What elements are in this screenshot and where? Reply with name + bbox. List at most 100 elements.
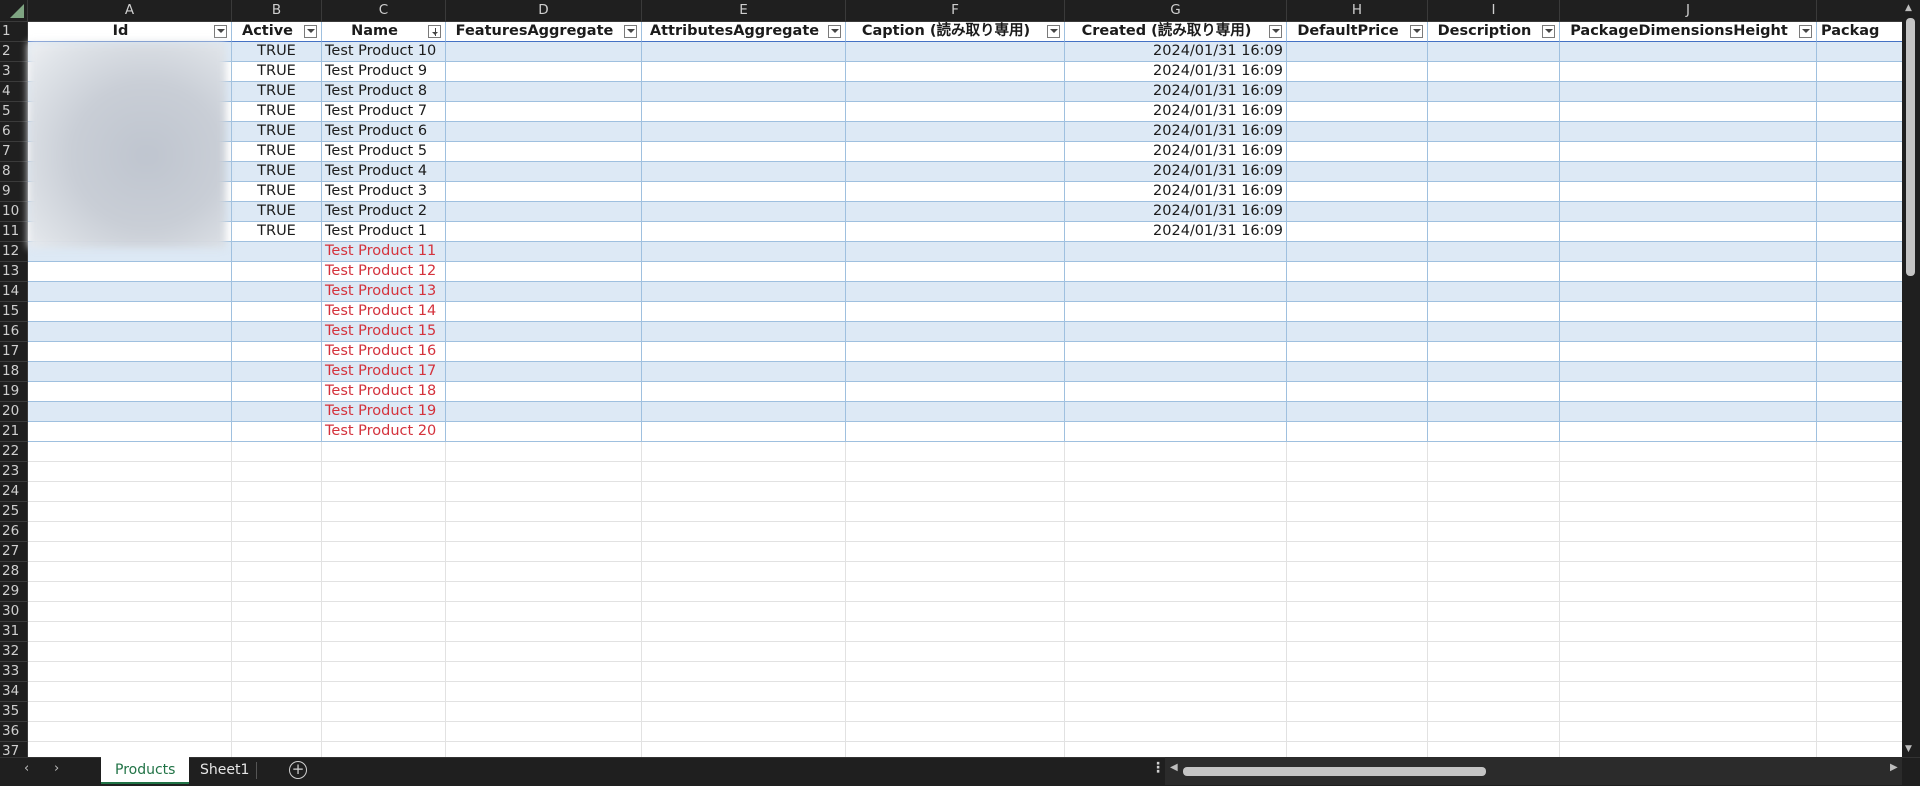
empty-cell[interactable]: [1428, 722, 1560, 742]
table-cell[interactable]: [642, 322, 846, 342]
filter-dropdown-icon[interactable]: [214, 25, 227, 38]
empty-cell[interactable]: [1287, 662, 1428, 682]
empty-cell[interactable]: [322, 462, 446, 482]
empty-cell[interactable]: [1428, 442, 1560, 462]
empty-cell[interactable]: [846, 582, 1065, 602]
empty-cell[interactable]: [1287, 442, 1428, 462]
created-cell[interactable]: [1065, 262, 1287, 282]
empty-cell[interactable]: [322, 562, 446, 582]
name-cell[interactable]: Test Product 10: [322, 42, 446, 62]
row-header[interactable]: 10: [0, 202, 28, 222]
empty-cell[interactable]: [232, 442, 322, 462]
table-cell[interactable]: [1560, 302, 1817, 322]
empty-cell[interactable]: [322, 622, 446, 642]
row-header[interactable]: 30: [0, 602, 28, 622]
empty-cell[interactable]: [446, 622, 642, 642]
row-header[interactable]: 34: [0, 682, 28, 702]
table-cell[interactable]: [446, 82, 642, 102]
table-cell[interactable]: [846, 322, 1065, 342]
name-cell[interactable]: Test Product 4: [322, 162, 446, 182]
table-cell[interactable]: [642, 62, 846, 82]
active-cell[interactable]: [232, 322, 322, 342]
row-header[interactable]: 28: [0, 562, 28, 582]
empty-cell[interactable]: [1065, 602, 1287, 622]
row-header[interactable]: 15: [0, 302, 28, 322]
active-cell[interactable]: TRUE: [232, 142, 322, 162]
table-cell[interactable]: [446, 102, 642, 122]
created-cell[interactable]: [1065, 402, 1287, 422]
table-cell[interactable]: [1560, 262, 1817, 282]
table-cell[interactable]: [28, 302, 232, 322]
table-cell[interactable]: [1428, 242, 1560, 262]
empty-cell[interactable]: [28, 622, 232, 642]
empty-cell[interactable]: [446, 562, 642, 582]
empty-cell[interactable]: [232, 582, 322, 602]
active-cell[interactable]: TRUE: [232, 162, 322, 182]
empty-cell[interactable]: [232, 482, 322, 502]
column-header-B[interactable]: B: [232, 0, 322, 22]
empty-cell[interactable]: [322, 702, 446, 722]
table-cell[interactable]: [642, 162, 846, 182]
table-cell[interactable]: [846, 162, 1065, 182]
table-cell[interactable]: [1560, 382, 1817, 402]
row-header[interactable]: 4: [0, 82, 28, 102]
table-cell[interactable]: [1428, 222, 1560, 242]
table-header-cell[interactable]: Description: [1428, 22, 1560, 42]
empty-cell[interactable]: [446, 462, 642, 482]
empty-cell[interactable]: [1287, 542, 1428, 562]
empty-cell[interactable]: [1428, 502, 1560, 522]
table-cell[interactable]: [1428, 302, 1560, 322]
empty-cell[interactable]: [322, 682, 446, 702]
name-cell[interactable]: Test Product 3: [322, 182, 446, 202]
empty-cell[interactable]: [846, 562, 1065, 582]
add-sheet-icon[interactable]: +: [289, 761, 307, 779]
created-cell[interactable]: [1065, 282, 1287, 302]
empty-cell[interactable]: [846, 722, 1065, 742]
table-cell[interactable]: [846, 402, 1065, 422]
created-cell[interactable]: 2024/01/31 16:09: [1065, 82, 1287, 102]
table-cell[interactable]: [642, 82, 846, 102]
table-cell[interactable]: [28, 382, 232, 402]
table-cell[interactable]: [846, 62, 1065, 82]
table-cell[interactable]: [446, 242, 642, 262]
table-cell[interactable]: [846, 282, 1065, 302]
row-header[interactable]: 7: [0, 142, 28, 162]
name-cell[interactable]: Test Product 11: [322, 242, 446, 262]
table-cell[interactable]: [642, 262, 846, 282]
select-all-corner[interactable]: [0, 0, 28, 22]
table-cell[interactable]: [1428, 362, 1560, 382]
active-cell[interactable]: TRUE: [232, 182, 322, 202]
table-cell[interactable]: [1287, 342, 1428, 362]
empty-cell[interactable]: [1065, 722, 1287, 742]
row-header[interactable]: 20: [0, 402, 28, 422]
name-cell[interactable]: Test Product 19: [322, 402, 446, 422]
empty-cell[interactable]: [1287, 482, 1428, 502]
empty-cell[interactable]: [1065, 542, 1287, 562]
table-header-cell[interactable]: Id: [28, 22, 232, 42]
empty-cell[interactable]: [28, 682, 232, 702]
empty-cell[interactable]: [28, 462, 232, 482]
table-cell[interactable]: [1287, 102, 1428, 122]
table-cell[interactable]: [1428, 382, 1560, 402]
table-cell[interactable]: [446, 362, 642, 382]
empty-cell[interactable]: [846, 702, 1065, 722]
table-header-cell[interactable]: Name: [322, 22, 446, 42]
active-cell[interactable]: [232, 342, 322, 362]
table-cell[interactable]: [1560, 182, 1817, 202]
empty-cell[interactable]: [446, 502, 642, 522]
table-cell[interactable]: [1287, 142, 1428, 162]
column-header-F[interactable]: F: [846, 0, 1065, 22]
empty-cell[interactable]: [322, 482, 446, 502]
row-header[interactable]: 29: [0, 582, 28, 602]
tab-products[interactable]: Products: [101, 757, 190, 784]
next-sheet-icon[interactable]: ›: [54, 761, 59, 776]
name-cell[interactable]: Test Product 7: [322, 102, 446, 122]
table-cell[interactable]: [1428, 182, 1560, 202]
table-cell[interactable]: [1428, 122, 1560, 142]
empty-cell[interactable]: [1065, 442, 1287, 462]
table-cell[interactable]: [28, 322, 232, 342]
table-cell[interactable]: [1560, 222, 1817, 242]
empty-cell[interactable]: [446, 522, 642, 542]
table-cell[interactable]: [1287, 402, 1428, 422]
empty-cell[interactable]: [1428, 702, 1560, 722]
